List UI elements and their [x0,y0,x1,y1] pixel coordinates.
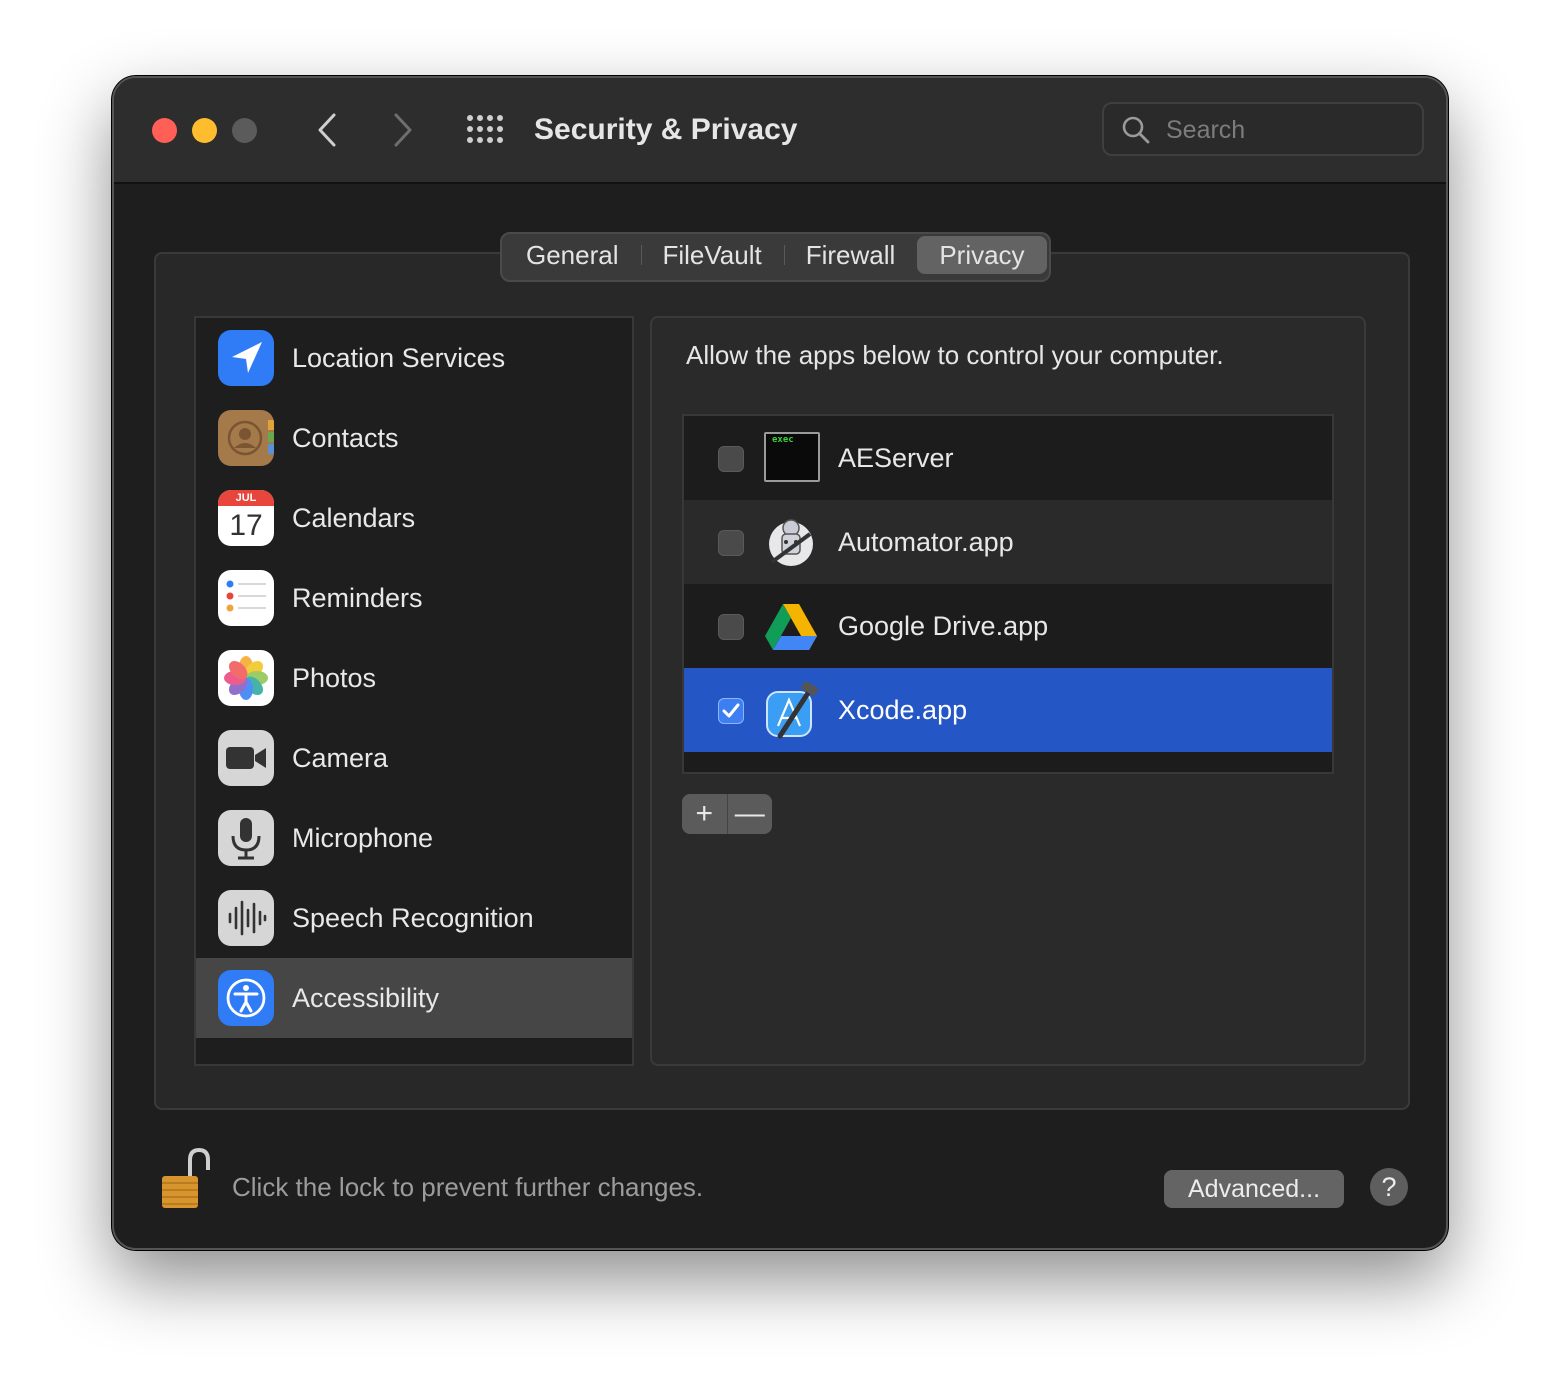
sidebar-item-label: Location Services [292,343,506,373]
chevron-right-icon [394,113,412,147]
search-icon [1122,116,1150,144]
search-field[interactable] [1102,102,1424,156]
unlocked-padlock-icon[interactable] [160,1146,216,1212]
sidebar-item-label: Microphone [292,823,434,853]
title-bar: Security & Privacy [114,78,1446,184]
chevron-left-icon [318,113,336,147]
sidebar-item-label: Reminders [292,583,423,613]
sidebar-item-microphone[interactable]: Microphone [196,798,632,878]
security-privacy-window: Security & Privacy General FileVault Fir… [112,76,1448,1250]
zoom-button[interactable] [232,118,257,143]
panel-description: Allow the apps below to control your com… [686,340,1224,370]
close-button[interactable] [152,118,177,143]
calendar-month: JUL [218,490,274,506]
photos-icon [218,650,274,706]
sidebar-item-label: Contacts [292,423,399,453]
sidebar-item-photos[interactable]: Photos [196,638,632,718]
accessibility-icon [218,970,274,1026]
app-row-google-drive[interactable]: Google Drive.app [684,584,1332,668]
app-checkbox[interactable] [718,446,744,472]
add-app-button[interactable]: + [682,794,727,834]
contacts-icon [218,410,274,466]
sidebar-item-label: Speech Recognition [292,903,534,933]
reminders-icon [218,570,274,626]
waveform-icon [218,890,274,946]
sidebar-item-label: Calendars [292,503,416,533]
app-row-aeserver[interactable]: exec AEServer [684,416,1332,500]
tab-general[interactable]: General [504,236,641,274]
automator-robot-icon [762,514,820,572]
sidebar-item-reminders[interactable]: Reminders [196,558,632,638]
app-list: exec AEServer Automator.app Google Drive… [682,414,1334,774]
sidebar-item-accessibility[interactable]: Accessibility [196,958,632,1038]
minimize-button[interactable] [192,118,217,143]
sidebar-item-label: Photos [292,663,377,693]
accessibility-panel: Allow the apps below to control your com… [650,316,1366,1066]
add-remove-control: + — [682,794,772,834]
help-button[interactable]: ? [1370,1168,1408,1206]
lock-status-text: Click the lock to prevent further change… [232,1172,704,1202]
app-row-automator[interactable]: Automator.app [684,500,1332,584]
exec-terminal-icon: exec [762,430,820,488]
search-input[interactable] [1164,112,1408,148]
sidebar-item-location-services[interactable]: Location Services [196,318,632,398]
sidebar-item-camera[interactable]: Camera [196,718,632,798]
app-checkbox[interactable] [718,698,744,724]
remove-app-button[interactable]: — [726,794,773,834]
microphone-icon [218,810,274,866]
privacy-category-list: Location Services Contacts JUL 17 Calend… [194,316,634,1066]
tab-privacy[interactable]: Privacy [917,236,1047,274]
sidebar-item-label: Camera [292,743,389,773]
tab-firewall[interactable]: Firewall [783,236,918,274]
camera-icon [218,730,274,786]
window-title: Security & Privacy [534,113,798,146]
tab-bar: General FileVault Firewall Privacy [500,232,1051,282]
location-arrow-icon [218,330,274,386]
sidebar-item-label: Accessibility [292,983,440,1013]
tab-filevault[interactable]: FileVault [640,236,784,274]
advanced-button[interactable]: Advanced... [1164,1170,1344,1208]
show-all-grid-icon[interactable] [466,114,504,144]
sidebar-item-calendars[interactable]: JUL 17 Calendars [196,478,632,558]
app-name: Google Drive.app [838,611,1049,641]
app-row-xcode[interactable]: Xcode.app [684,668,1332,752]
google-drive-icon [762,598,820,656]
app-name: AEServer [838,443,954,473]
xcode-hammer-icon [762,681,820,740]
calendar-icon: JUL 17 [218,490,274,546]
app-checkbox[interactable] [718,614,744,640]
back-button[interactable] [310,110,344,150]
checkmark-icon [722,703,740,718]
exec-label: exec [772,435,794,445]
sidebar-item-contacts[interactable]: Contacts [196,398,632,478]
calendar-day: 17 [229,509,263,542]
app-name: Xcode.app [838,695,968,725]
sidebar-item-speech-recognition[interactable]: Speech Recognition [196,878,632,958]
forward-button[interactable] [386,110,420,150]
app-name: Automator.app [838,527,1014,557]
app-checkbox[interactable] [718,530,744,556]
